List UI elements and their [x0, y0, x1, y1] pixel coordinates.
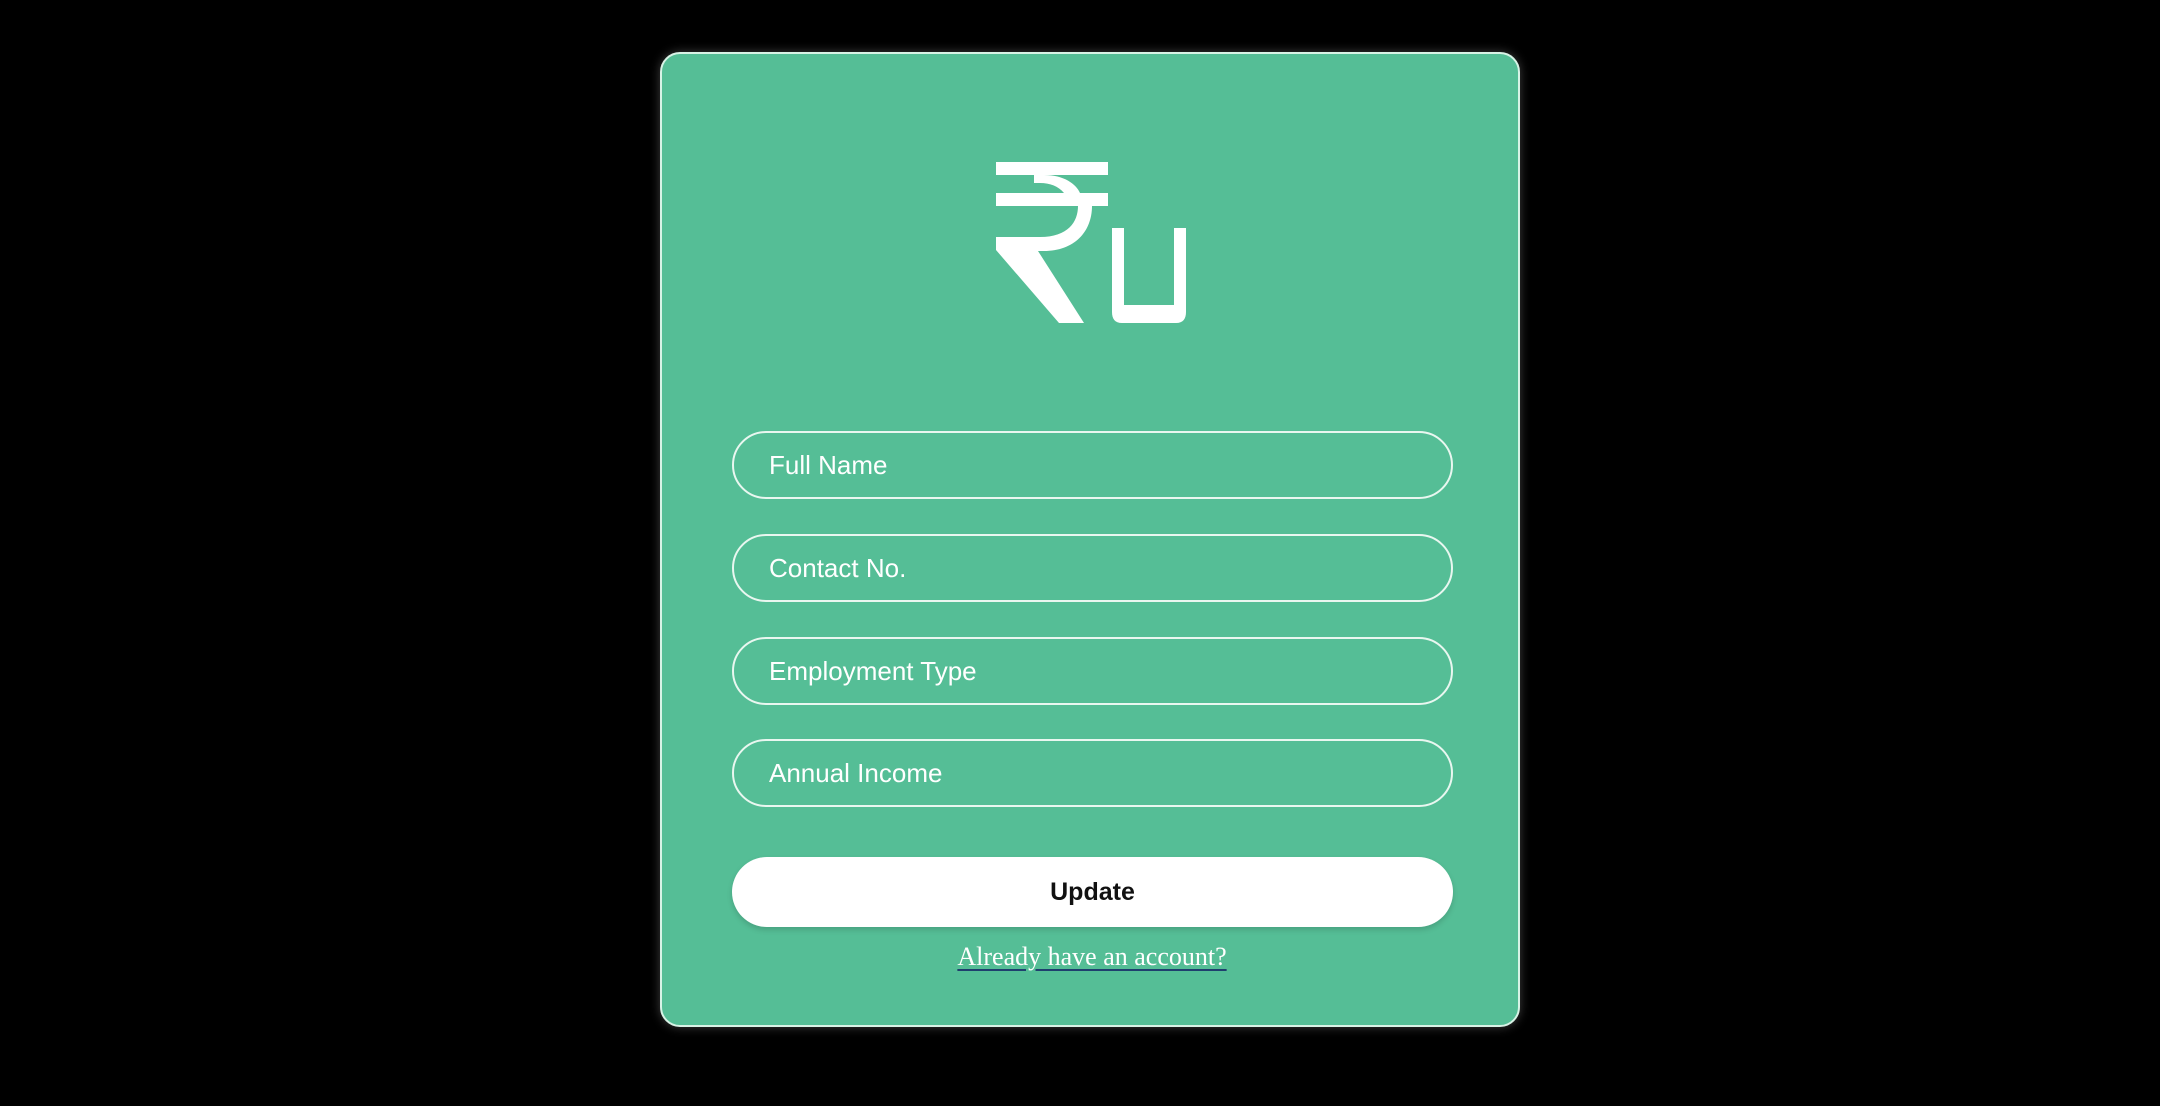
employment-type-input[interactable]	[732, 637, 1453, 705]
contact-number-input[interactable]	[732, 534, 1453, 602]
update-profile-card: Update Already have an account?	[660, 52, 1520, 1027]
brand-logo	[996, 162, 1186, 323]
full-name-input[interactable]	[732, 431, 1453, 499]
annual-income-input[interactable]	[732, 739, 1453, 807]
rupee-icon	[996, 162, 1108, 323]
letter-u-icon	[1112, 228, 1186, 323]
update-button[interactable]: Update	[732, 857, 1453, 927]
already-have-account-link[interactable]: Already have an account?	[662, 942, 1522, 972]
